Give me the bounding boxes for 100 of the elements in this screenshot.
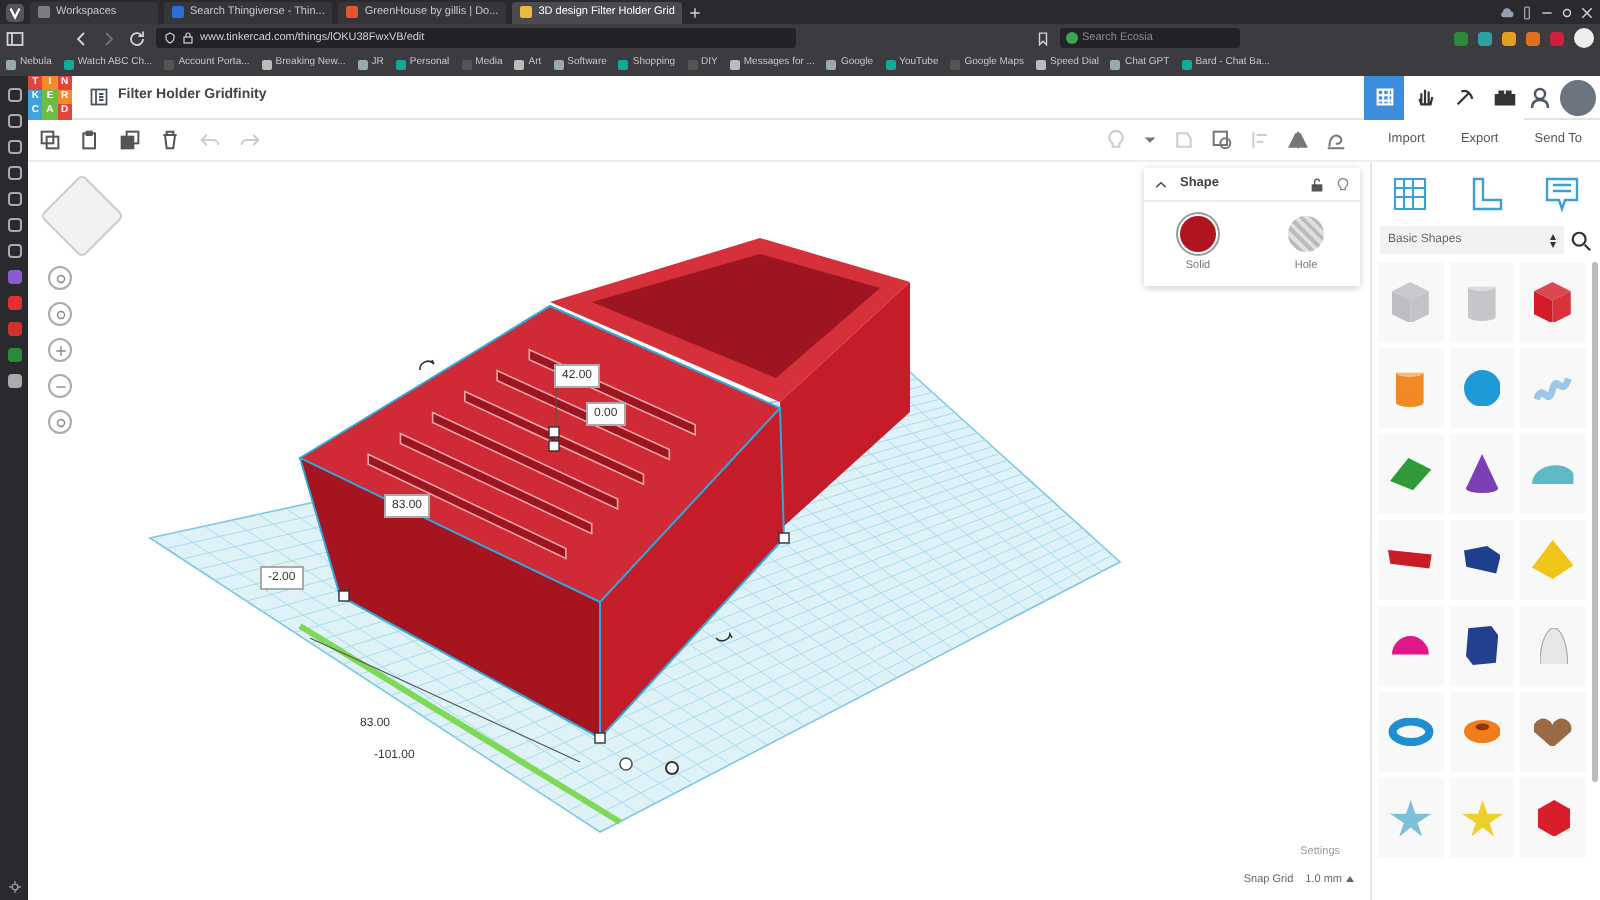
shape-tile[interactable]	[1520, 606, 1586, 686]
shape-tile[interactable]	[1378, 692, 1444, 772]
bookmark-icon	[885, 59, 896, 69]
shape-tile[interactable]	[1449, 692, 1515, 772]
grid-icon	[1373, 86, 1395, 108]
shape-tile[interactable]	[1520, 262, 1586, 342]
settings-icon[interactable]	[7, 880, 21, 894]
hand-icon	[1413, 86, 1435, 108]
star-icon	[1461, 799, 1503, 837]
shape-tile[interactable]	[1378, 606, 1444, 686]
bookmark-icon	[950, 59, 961, 69]
caret-icon	[1346, 876, 1354, 883]
pyramid-icon	[1532, 540, 1574, 580]
bookmark-icon	[618, 59, 629, 69]
profile-avatar[interactable]	[1574, 28, 1594, 48]
rotate-icon[interactable]	[715, 633, 733, 642]
search-icon[interactable]	[1570, 229, 1592, 251]
shape-tile[interactable]	[1378, 434, 1444, 514]
bookmark-icon	[63, 59, 74, 69]
favicon-icon	[520, 6, 533, 18]
shape-tile[interactable]	[1449, 348, 1515, 428]
bookmark-icon	[514, 59, 525, 69]
close-icon[interactable]	[1580, 5, 1594, 19]
back-icon[interactable]	[72, 29, 90, 47]
rotate-icon[interactable]	[419, 359, 435, 371]
zoom-in-icon	[53, 343, 67, 357]
shape-tile[interactable]	[1378, 348, 1444, 428]
bricks-icon	[1493, 86, 1515, 108]
ruler-handle[interactable]	[665, 761, 679, 775]
shape-tile[interactable]	[1520, 434, 1586, 514]
star-icon	[1389, 799, 1432, 837]
copy-icon[interactable]	[40, 130, 60, 150]
cube-button[interactable]	[48, 410, 72, 434]
ruler-icon[interactable]	[1468, 176, 1504, 212]
user-add-icon[interactable]	[1530, 85, 1554, 109]
bookmark-icon	[826, 59, 837, 69]
cruise-icon[interactable]	[1326, 130, 1346, 150]
favicon-icon	[346, 6, 359, 18]
fit-button[interactable]	[48, 302, 72, 326]
notes-icon[interactable]	[1544, 176, 1580, 212]
cone-icon	[1465, 454, 1499, 494]
cloud-icon	[1500, 5, 1514, 19]
bookmark-icon	[357, 59, 368, 69]
round-roof-icon	[1532, 463, 1574, 485]
paraboloid-icon	[1539, 627, 1568, 665]
mirror-icon[interactable]	[1288, 130, 1308, 150]
favicon-icon	[38, 6, 50, 18]
caret-icon[interactable]	[1144, 134, 1156, 146]
new-tab-icon[interactable]	[688, 5, 703, 19]
ruler-handle[interactable]	[619, 757, 633, 771]
resize-handle[interactable]	[778, 532, 790, 544]
hexagonal-prism-icon	[1465, 626, 1499, 666]
polyhedron-icon	[1537, 799, 1570, 837]
phone-icon[interactable]	[1520, 5, 1534, 19]
shape-tile[interactable]	[1520, 778, 1586, 858]
view-mode-button[interactable]	[1364, 75, 1404, 119]
maximize-icon[interactable]	[1560, 5, 1574, 19]
light-bulb-icon[interactable]	[1336, 177, 1350, 191]
bookmark-icon	[553, 59, 564, 69]
bookmark-icon	[395, 59, 406, 69]
resize-handle[interactable]	[338, 590, 350, 602]
box-icon	[1534, 281, 1572, 323]
shape-tile[interactable]	[1449, 520, 1515, 600]
bookmark-icon	[164, 59, 175, 69]
scrollbar[interactable]	[1592, 262, 1598, 782]
shape-tile[interactable]	[1378, 520, 1444, 600]
shape-tile[interactable]	[1449, 434, 1515, 514]
shape-tile[interactable]	[1520, 692, 1586, 772]
home-button[interactable]	[48, 266, 72, 290]
shape-tile[interactable]	[1520, 348, 1586, 428]
reload-icon[interactable]	[128, 29, 146, 47]
collapse-icon[interactable]	[1154, 177, 1168, 191]
shape-tile[interactable]	[1449, 606, 1515, 686]
sphere-icon	[1463, 369, 1501, 407]
lock-icon[interactable]	[1310, 177, 1324, 191]
resize-handle[interactable]	[594, 732, 606, 744]
paste-icon[interactable]	[80, 130, 100, 150]
group-icon[interactable]	[1212, 130, 1232, 150]
tube-icon	[1463, 720, 1501, 744]
shape-tile[interactable]	[1378, 262, 1444, 342]
storage-bins-drawing[interactable]	[299, 238, 910, 740]
profile-avatar[interactable]	[1560, 79, 1596, 115]
shape-tile[interactable]	[1520, 520, 1586, 600]
workplane-icon[interactable]	[1392, 176, 1428, 212]
shape-tile[interactable]	[1449, 778, 1515, 858]
bookmark-icon	[6, 59, 16, 69]
lock-icon	[182, 32, 194, 44]
duplicate-icon[interactable]	[120, 130, 140, 150]
shape-tile[interactable]	[1449, 262, 1515, 342]
cylinder-icon	[1396, 368, 1425, 408]
torus-icon	[1387, 718, 1434, 746]
bookmark-icon	[1181, 59, 1192, 69]
browser-logo-icon[interactable]	[6, 3, 24, 21]
design-list-icon[interactable]	[90, 88, 108, 106]
shield-icon	[164, 32, 176, 44]
trash-icon[interactable]	[160, 130, 180, 150]
shape-tile[interactable]	[1378, 778, 1444, 858]
pickaxe-icon	[1453, 86, 1475, 108]
box-icon	[1392, 281, 1430, 323]
bookmark-icon	[729, 59, 740, 69]
